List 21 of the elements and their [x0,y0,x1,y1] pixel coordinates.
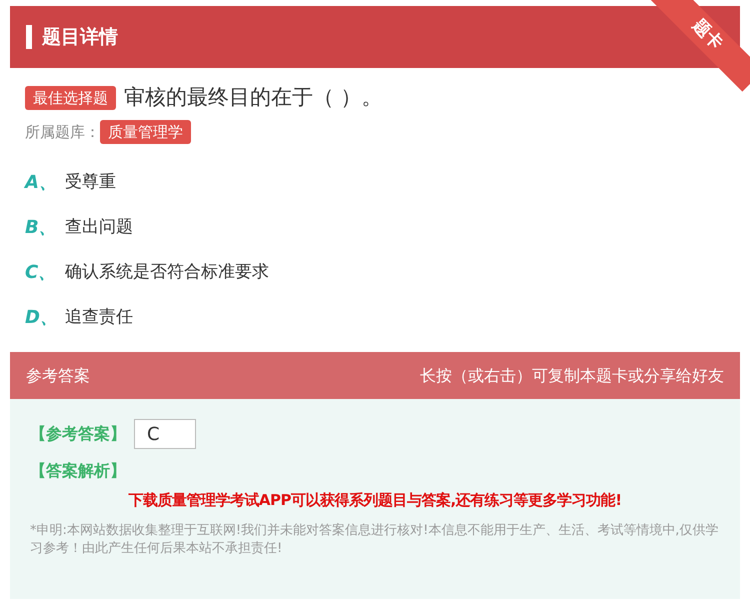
question-type-badge: 最佳选择题 [25,86,116,110]
header-title: 题目详情 [42,24,118,50]
title-marker [26,25,32,49]
option-letter: A、 [25,171,53,195]
option-text: 受尊重 [65,170,116,194]
answer-value: C [134,419,196,449]
option-text: 追查责任 [65,306,133,329]
option-text: 查出问题 [65,216,133,239]
option-text: 确认系统是否符合标准要求 [65,260,269,284]
bank-badge[interactable]: 质量管理学 [100,120,191,144]
answer-label: 【参考答案】 [30,423,126,445]
promo-text: 下载质量管理学考试APP可以获得系列题目与答案,还有练习等更多学习功能! [127,490,623,511]
answer-title: 参考答案 [26,364,90,386]
share-hint: 长按（或右击）可复制本题卡或分享给好友 [420,364,724,386]
analysis-label: 【答案解析】 [30,460,127,482]
disclaimer-text: *申明:本网站数据收集整理于互联网!我们并未能对答案信息进行核对!本信息不能用于生产、生活、考试等情境中,仅供学习参考！由此产生任何后果本站不承担责任! [30,522,720,558]
option-letter: C、 [25,261,53,285]
option-letter: B、 [25,216,53,240]
bank-label: 所属题库： [25,122,100,142]
question-text: 审核的最终目的在于（ ）。 [124,84,383,111]
option-letter: D、 [25,306,53,330]
